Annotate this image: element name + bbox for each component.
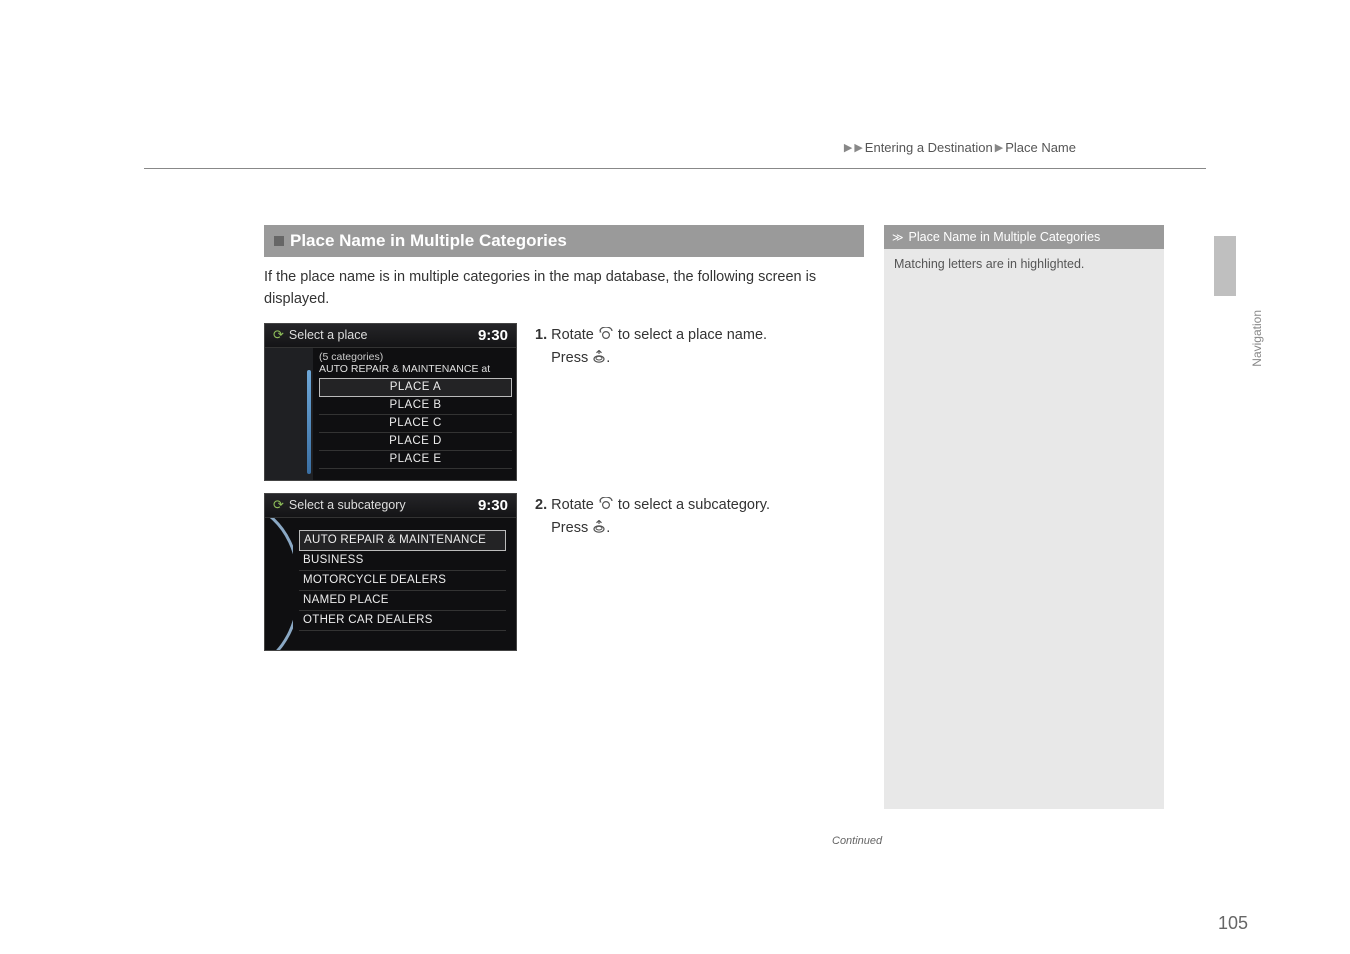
continued-label: Continued xyxy=(832,835,882,847)
clock: 9:30 xyxy=(478,497,508,514)
horizontal-rule xyxy=(144,168,1206,169)
rotate-dial-icon xyxy=(598,497,614,519)
breadcrumb: ▶ ▶ Entering a Destination ▶ Place Name xyxy=(844,140,1076,155)
list-item: PLACE C xyxy=(319,415,512,433)
back-icon: ⟳ xyxy=(273,497,284,513)
section-tab xyxy=(1214,236,1236,296)
list-item: PLACE B xyxy=(319,397,512,415)
list-item: MOTORCYCLE DEALERS xyxy=(299,571,506,591)
list-item: OTHER CAR DEALERS xyxy=(299,611,506,631)
rotate-dial-icon xyxy=(598,327,614,349)
screenshot-select-place: ⟳ Select a place 9:30 (5 categories) AUT… xyxy=(264,323,517,481)
sidebar-body: Matching letters are in highlighted. xyxy=(884,249,1164,809)
scroll-indicator xyxy=(265,348,313,480)
back-icon: ⟳ xyxy=(273,327,284,343)
page-number: 105 xyxy=(1218,913,1248,934)
breadcrumb-part2: Place Name xyxy=(1005,140,1076,155)
triangle-icon: ▶ xyxy=(995,141,1003,154)
sidebar-title: Place Name in Multiple Categories xyxy=(909,230,1101,244)
triangle-icon: ▶ xyxy=(844,141,852,154)
breadcrumb-part1: Entering a Destination xyxy=(865,140,993,155)
list-item: PLACE D xyxy=(319,433,512,451)
step-text: to select a place name. xyxy=(618,327,767,343)
step-text: Rotate xyxy=(551,497,594,513)
section-intro: If the place name is in multiple categor… xyxy=(264,267,864,311)
section-header: Place Name in Multiple Categories xyxy=(264,225,864,257)
list-item: PLACE A xyxy=(319,378,512,397)
screenshot-select-subcategory: ⟳ Select a subcategory 9:30 AUTO REPAIR … xyxy=(264,493,517,651)
press-dial-icon xyxy=(592,520,606,542)
arc-decoration xyxy=(265,518,293,650)
section-title: Place Name in Multiple Categories xyxy=(290,231,567,251)
step-1: 1. Rotate to select a place name. Press … xyxy=(535,323,767,373)
clock: 9:30 xyxy=(478,327,508,344)
list-item: AUTO REPAIR & MAINTENANCE xyxy=(299,530,506,551)
chevrons-icon: ≫ xyxy=(892,231,904,244)
screen-title: Select a subcategory xyxy=(289,498,406,512)
list-item: BUSINESS xyxy=(299,551,506,571)
square-bullet-icon xyxy=(274,236,284,246)
list-item: PLACE E xyxy=(319,451,512,469)
step-text: Press xyxy=(551,520,588,536)
sidebar-header: ≫ Place Name in Multiple Categories xyxy=(884,225,1164,249)
step-2: 2. Rotate to select a subcategory. Press… xyxy=(535,493,770,543)
step-text: to select a subcategory. xyxy=(618,497,770,513)
press-dial-icon xyxy=(592,350,606,372)
category-count: (5 categories) xyxy=(319,351,512,363)
section-label-vertical: Navigation xyxy=(1250,310,1264,367)
list-item: NAMED PLACE xyxy=(299,591,506,611)
step-text: Press xyxy=(551,350,588,366)
category-subtitle: AUTO REPAIR & MAINTENANCE at xyxy=(319,363,512,375)
screen-title: Select a place xyxy=(289,328,368,342)
step-text: Rotate xyxy=(551,327,594,343)
triangle-icon: ▶ xyxy=(854,141,862,154)
sidebar-text: Matching letters are in highlighted. xyxy=(894,257,1084,271)
